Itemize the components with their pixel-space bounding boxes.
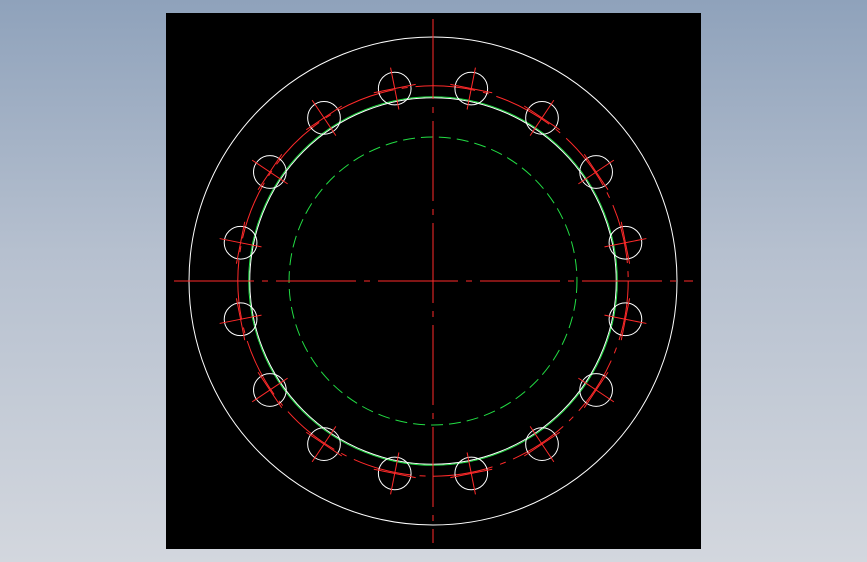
bolt-hole-tangent-mark xyxy=(235,298,246,341)
cad-viewport[interactable] xyxy=(166,13,701,549)
centerline-layer xyxy=(174,19,693,543)
bolt-hole-tangent-mark xyxy=(583,371,609,409)
bolt-hole-tangent-mark xyxy=(523,105,561,131)
bolt-hole-tangent-mark xyxy=(450,468,493,479)
bolt-hole-tangent-mark xyxy=(373,468,416,479)
bolt-hole-tangent-mark xyxy=(583,153,609,191)
bolt-hole-tangent-mark xyxy=(373,83,416,94)
bolt-hole-tangent-mark xyxy=(523,431,561,457)
flange-drawing xyxy=(174,19,693,543)
bolt-hole-tangent-mark xyxy=(620,298,631,341)
bolt-hole-tangent-mark xyxy=(620,221,631,264)
bolt-hole-tangent-mark xyxy=(450,83,493,94)
bolt-hole-tangent-mark xyxy=(305,105,343,131)
bolt-hole-tangent-mark xyxy=(257,371,283,409)
bolt-hole-tangent-mark xyxy=(257,153,283,191)
bolt-hole-tangent-mark xyxy=(305,431,343,457)
bolt-hole-tangent-mark xyxy=(235,221,246,264)
